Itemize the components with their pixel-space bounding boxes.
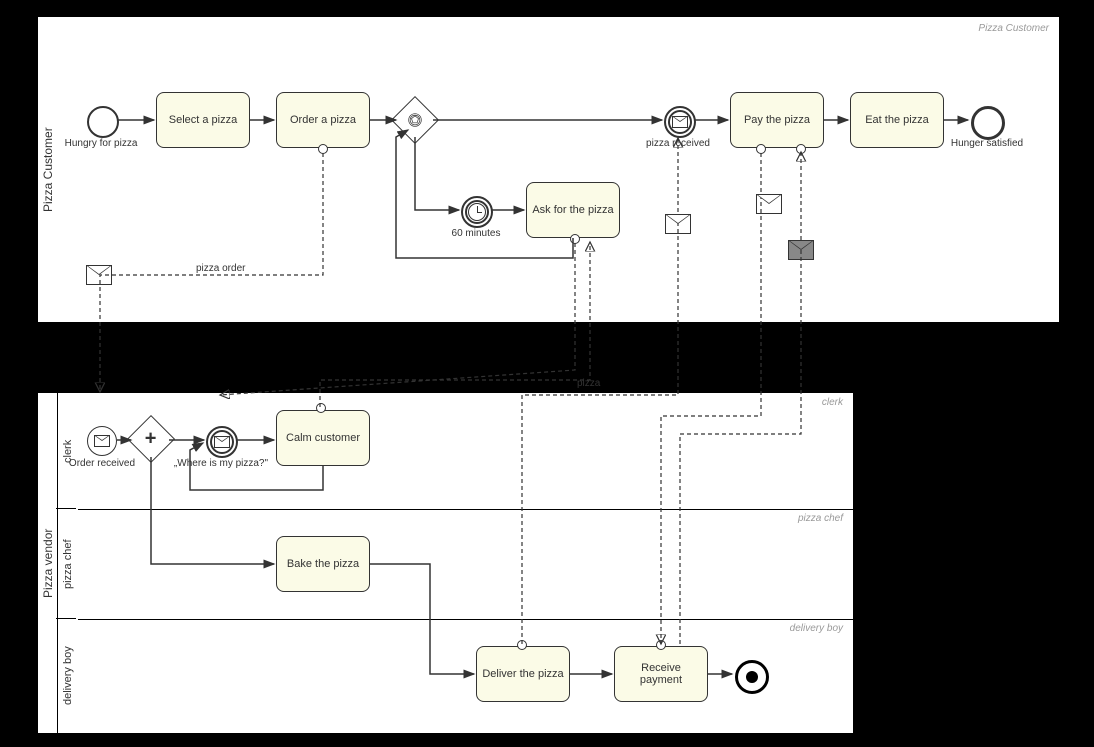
label-60min: 60 minutes (447, 228, 505, 239)
assoc-circle-5 (316, 403, 326, 413)
start-event-order-received (87, 426, 117, 456)
lane-divider-2 (77, 619, 853, 620)
task-ask-pizza: Ask for the pizza (526, 182, 620, 238)
lane-label-clerk: clerk (57, 393, 78, 509)
lane-title-chef: pizza chef (798, 513, 843, 524)
end-event-vendor (735, 660, 769, 694)
timer-event-60min (461, 196, 493, 228)
start-event-hungry (87, 106, 119, 138)
lane-label-delivery: delivery boy (57, 619, 78, 733)
task-order-pizza: Order a pizza (276, 92, 370, 148)
end-event-satisfied (971, 106, 1005, 140)
assoc-circle-3 (756, 144, 766, 154)
assoc-circle-1 (318, 144, 328, 154)
pool-label-vendor: Pizza vendor (37, 393, 58, 733)
clock-icon (468, 203, 486, 221)
lane-div-stub-1 (56, 508, 76, 509)
assoc-circle-4 (796, 144, 806, 154)
event-pizza-received (664, 106, 696, 138)
pentagon-icon (408, 113, 422, 127)
task-select-pizza: Select a pizza (156, 92, 250, 148)
plus-icon: + (145, 428, 157, 450)
assoc-circle-6 (517, 640, 527, 650)
lane-div-stub-2 (56, 618, 76, 619)
lane-label-chef: pizza chef (57, 509, 78, 619)
label-pizza-received: pizza received (641, 138, 715, 149)
label-pizza-order: pizza order (196, 263, 245, 274)
task-eat-pizza: Eat the pizza (850, 92, 944, 148)
label-where-pizza: „Where is my pizza?" (166, 458, 276, 469)
lane-title-delivery: delivery boy (790, 623, 843, 634)
event-where-pizza (206, 426, 238, 458)
task-pay-pizza: Pay the pizza (730, 92, 824, 148)
label-hungry: Hungry for pizza (60, 138, 142, 149)
label-satisfied: Hunger satisfied (942, 138, 1032, 149)
pool-label-customer: Pizza Customer (37, 17, 58, 322)
task-deliver-pizza: Deliver the pizza (476, 646, 570, 702)
lane-title-customer: Pizza Customer (978, 23, 1049, 34)
label-pizza: pizza (577, 378, 600, 389)
msg-icon-money (756, 194, 782, 214)
task-receive-payment: Receive payment (614, 646, 708, 702)
msg-icon-receipt (788, 240, 814, 260)
msg-icon-pizza (665, 214, 691, 234)
envelope-icon (672, 116, 688, 128)
label-order-received: Order received (60, 458, 144, 469)
task-bake-pizza: Bake the pizza (276, 536, 370, 592)
envelope-icon-3 (214, 436, 230, 448)
assoc-circle-7 (656, 640, 666, 650)
pool-customer: Pizza Customer Pizza Customer (36, 16, 1060, 323)
task-calm-customer: Calm customer (276, 410, 370, 466)
envelope-icon-2 (94, 435, 110, 447)
lane-title-clerk: clerk (822, 397, 843, 408)
msg-icon-order (86, 265, 112, 285)
lane-divider-1 (77, 509, 853, 510)
assoc-circle-2 (570, 234, 580, 244)
